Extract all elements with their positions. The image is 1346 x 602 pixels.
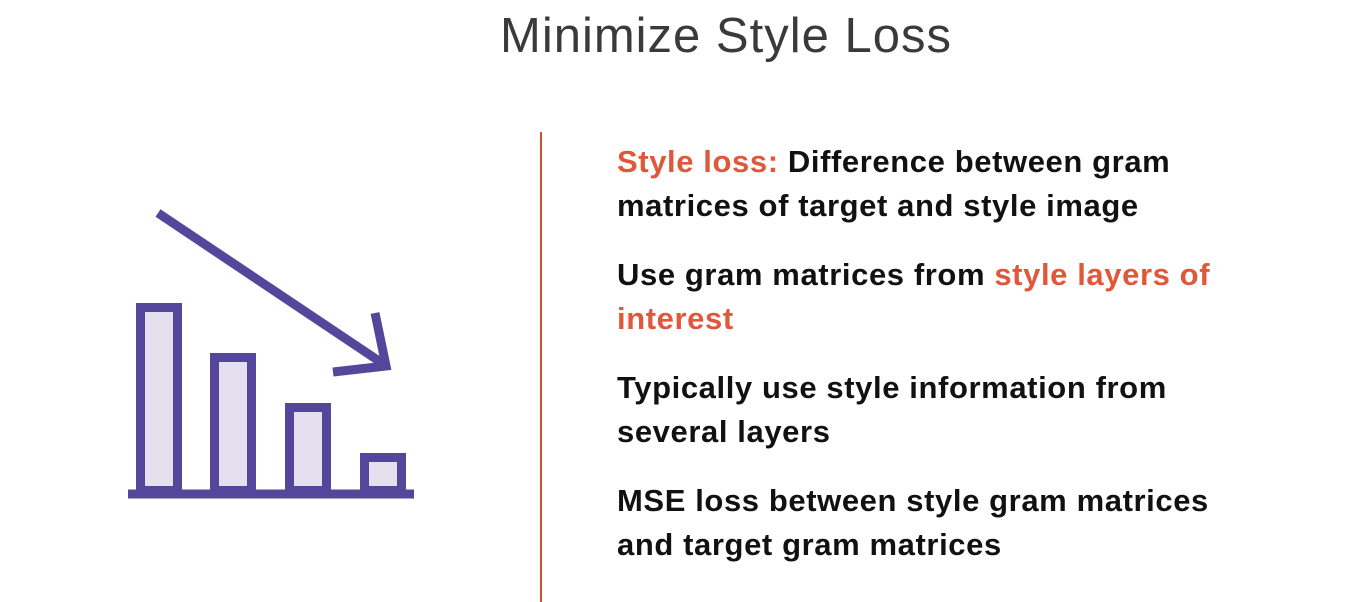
bullet-line: and target gram matrices [617, 523, 1337, 567]
bullet-text: and target gram matrices [617, 527, 1002, 562]
bar-3 [285, 403, 331, 495]
bullet-text: several layers [617, 414, 831, 449]
bullet-line: matrices of target and style image [617, 184, 1337, 228]
vertical-divider [540, 132, 542, 602]
highlighted-text: Style loss: [617, 144, 788, 179]
bullet-item: MSE loss between style gram matrices and … [617, 479, 1337, 567]
bar-2 [210, 353, 256, 495]
highlighted-text: style layers of [994, 257, 1211, 292]
bullet-item: Style loss: Difference between gram matri… [617, 140, 1337, 228]
bullet-text: matrices of target and style image [617, 188, 1139, 223]
down-arrow-shaft [155, 209, 385, 367]
bar-1 [136, 303, 182, 495]
bullet-line: several layers [617, 410, 1337, 454]
bullet-list: Style loss: Difference between gram matri… [617, 140, 1337, 592]
bar-4 [360, 453, 406, 495]
bullet-text: MSE loss between style gram matrices [617, 483, 1209, 518]
bullet-text: Use gram matrices from [617, 257, 995, 292]
bullet-line: interest [617, 297, 1337, 341]
bullet-text: Difference between gram [787, 144, 1171, 179]
highlighted-text: interest [617, 301, 734, 336]
bullet-item: Use gram matrices from style layers of in… [617, 253, 1337, 341]
bullet-text: Typically use style information from [617, 370, 1167, 405]
bullet-item: Typically use style information from seve… [617, 366, 1337, 454]
declining-bar-chart-icon [128, 209, 414, 499]
bullet-line: Style loss: Difference between gram [617, 140, 1337, 184]
down-arrow-head [332, 312, 392, 377]
bullet-line: Typically use style information from [617, 366, 1337, 410]
bullet-line: MSE loss between style gram matrices [617, 479, 1337, 523]
bullet-line: Use gram matrices from style layers of [617, 253, 1337, 297]
